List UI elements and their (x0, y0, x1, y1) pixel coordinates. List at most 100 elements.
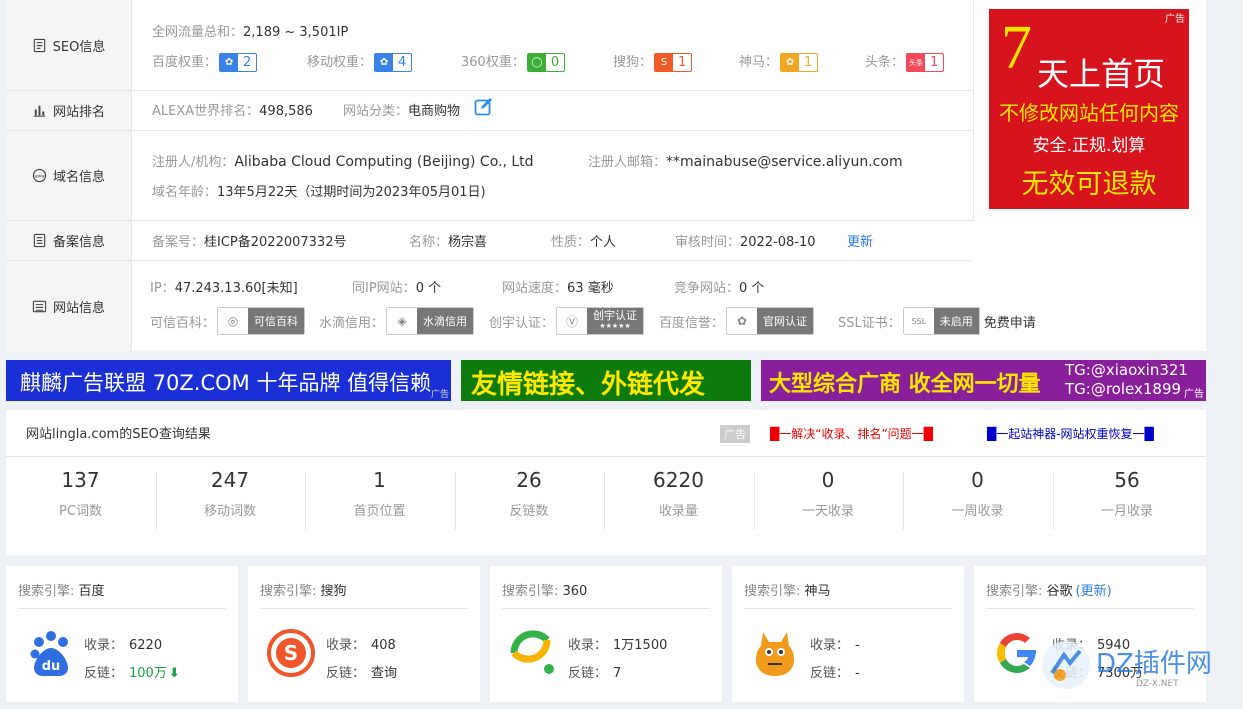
toutiao-icon: 头条 (907, 54, 926, 71)
stat-item[interactable]: 1 首页位置 (305, 468, 454, 519)
baidu-paw-icon: ✿ (220, 54, 239, 71)
weight-badge[interactable]: ✿ 4 (374, 53, 413, 72)
cert-emblem-icon: ◎ (227, 314, 239, 328)
cert-emblem-icon: ✿ (736, 314, 748, 328)
registrant-email: 注册人邮箱：**mainabuse@service.aliyun.com (588, 154, 903, 170)
site-ip: IP：47.243.13.60[未知] (150, 281, 298, 296)
shenma-icon: ✿ (781, 54, 800, 71)
stat-item[interactable]: 0 一天收录 (754, 468, 903, 519)
dz-logo-icon (1042, 641, 1090, 689)
seo-row-label: SEO信息 (6, 0, 132, 90)
cert-item: 百度信誉： ✿ 官网认证 (659, 307, 815, 335)
svg-text:S: S (284, 641, 298, 665)
engine-backlinks: 反链： 100万 ⬇ (84, 666, 180, 681)
sogou-logo-icon: S (266, 628, 316, 678)
cert-badge[interactable]: ✿ 官网认证 (726, 307, 815, 335)
google-update-link[interactable]: (更新) (1076, 584, 1112, 599)
weight-badge[interactable]: 头条 1 (906, 53, 945, 72)
traffic-total: 全网流量总和：2,189 ~ 3,501IP (152, 25, 349, 40)
engine-index-count: 收录： 6220 (84, 638, 163, 653)
ad-line2: 不修改网站任何内容 (999, 101, 1179, 125)
site-row-label: 网站信息 (6, 261, 132, 351)
engine-card: 搜索引擎: 360 收录： 1万1500 反链： 7 (490, 566, 722, 702)
baidu-logo-icon: du (26, 628, 76, 678)
weight-badge[interactable]: S1 (654, 53, 693, 72)
weight-item: 移动权重： ✿ 4 (307, 51, 413, 72)
icp-time: 审核时间：2022-08-10 (675, 235, 816, 250)
engine-card-title: 搜索引擎: 神马 (744, 584, 831, 599)
ad-link-ranking[interactable]: █一解决“收录、排名”问题一█ (770, 425, 933, 442)
engine-backlinks: 反链： 查询 (326, 666, 398, 681)
document-icon (33, 38, 45, 52)
competitor-sites: 竞争网站：0 个 (674, 281, 765, 296)
free-apply-link[interactable]: 免费申请 (984, 312, 1036, 331)
cert-badge[interactable]: ◈ 水滴信用 (386, 307, 475, 335)
bar-chart-icon (33, 105, 46, 117)
stat-item[interactable]: 6220 收录量 (604, 468, 753, 519)
stat-item[interactable]: 0 一周收录 (903, 468, 1052, 519)
360-ring-icon: ◯ (527, 54, 546, 71)
cert-badge[interactable]: SSL 未启用 (902, 307, 980, 335)
weight-item: 头条： 头条 1 (865, 51, 945, 72)
cert-emblem-icon: SSL (911, 316, 927, 326)
weight-badge[interactable]: ◯ 0 (526, 53, 566, 72)
result-ad-tag: 广告 (720, 425, 750, 443)
stat-item[interactable]: 137 PC词数 (6, 468, 155, 519)
alexa-rank: ALEXA世界排名：498,586 (152, 104, 313, 119)
icp-update-link[interactable]: 更新 (847, 231, 873, 250)
down-arrow-icon: ⬇ (168, 666, 180, 681)
baidu-paw-icon: ✿ (375, 54, 394, 71)
360-logo-icon (508, 628, 558, 678)
icp-name: 名称：杨宗喜 (409, 235, 488, 250)
banner-qilin-ad[interactable]: 麒麟广告联盟 70Z.COM 十年品牌 值得信赖 广告 (6, 360, 451, 401)
file-icon (33, 233, 46, 248)
ad-line4: 无效可退款 (1021, 169, 1157, 200)
edit-icon[interactable] (474, 97, 494, 117)
domain-row: www 域名信息 注册人/机构：Alibaba Cloud Computing … (6, 131, 973, 221)
cert-badge[interactable]: Ⓥ 创宇认证 ★★★★★ (556, 307, 645, 335)
banner-friend-text: 友情链接、外链代发 (471, 370, 706, 400)
stat-item[interactable]: 56 一月收录 (1053, 468, 1202, 519)
cert-item: SSL证书： SSL 未启用 免费申请 (838, 307, 1036, 335)
engine-index-count: 收录： 408 (326, 638, 396, 653)
svg-text:du: du (42, 659, 61, 674)
engine-card-title: 搜索引擎: 搜狗 (260, 584, 347, 599)
ad-line1: 天上首页 (1037, 55, 1166, 93)
seo-row: SEO信息 全网流量总和：2,189 ~ 3,501IP 百度权重： ✿ 2 移动权重… (6, 0, 973, 91)
cert-item: 可信百科： ◎ 可信百科 (150, 307, 306, 335)
ad-big-number: 7 (1001, 14, 1032, 82)
icp-type: 性质：个人 (551, 235, 617, 250)
weight-item: 百度权重： ✿ 2 (152, 51, 258, 72)
rank-row: 网站排名 ALEXA世界排名：498,586 网站分类：电商购物 (6, 91, 973, 131)
icp-number: 备案号：桂ICP备2022007332号 (152, 235, 347, 250)
icp-row-label: 备案信息 (6, 221, 132, 260)
engine-card-title: 搜索引擎: 360 (502, 584, 588, 599)
engine-index-count: 收录： - (810, 638, 860, 653)
cert-badge[interactable]: ◎ 可信百科 (217, 307, 306, 335)
weight-badge[interactable]: ✿ 2 (219, 53, 258, 72)
engine-card: 搜索引擎: 搜狗 S 收录： 408 反链： 查询 (248, 566, 480, 702)
ad-seven-days-top[interactable]: 广告 7 天上首页 不修改网站任何内容 安全.正规.划算 无效可退款 (989, 9, 1189, 209)
engine-card-title: 搜索引擎: 百度 (18, 584, 105, 599)
stat-item[interactable]: 247 移动词数 (156, 468, 305, 519)
engine-card-title: 搜索引擎: 谷歌 (更新) (986, 584, 1112, 599)
banner-friend-links[interactable]: 友情链接、外链代发 (461, 360, 751, 401)
shenma-logo-icon (750, 628, 800, 678)
cert-emblem-icon: Ⓥ (566, 314, 579, 329)
ad-link-weight[interactable]: █一起站神器-网站权重恢复一█ (987, 425, 1154, 442)
cert-item: 创宇认证： Ⓥ 创宇认证 ★★★★★ (489, 307, 645, 335)
engine-card: 搜索引擎: 神马 收录： - 反链： - (732, 566, 964, 702)
domain-row-label: www 域名信息 (6, 131, 132, 220)
banner-big-ad[interactable]: 大型综合广商 收全网一切量 TG:@xiaoxin321 TG:@rolex18… (761, 360, 1206, 401)
stat-item[interactable]: 26 反链数 (455, 468, 604, 519)
svg-text:www: www (34, 173, 45, 178)
engine-index-count: 收录： 1万1500 (568, 638, 668, 653)
seo-result-panel: 网站lingla.com的SEO查询结果 广告 █一解决“收录、排名”问题一█ … (6, 410, 1206, 555)
engine-backlinks: 反链： 7 (568, 666, 622, 681)
cert-item: 水滴信用： ◈ 水滴信用 (319, 307, 475, 335)
ad-line3: 安全.正规.划算 (1032, 136, 1146, 156)
result-title: 网站lingla.com的SEO查询结果 (26, 427, 211, 442)
weight-item: 神马： ✿ 1 (739, 51, 819, 72)
ad-tag: 广告 (1165, 14, 1185, 25)
weight-badge[interactable]: ✿ 1 (780, 53, 819, 72)
